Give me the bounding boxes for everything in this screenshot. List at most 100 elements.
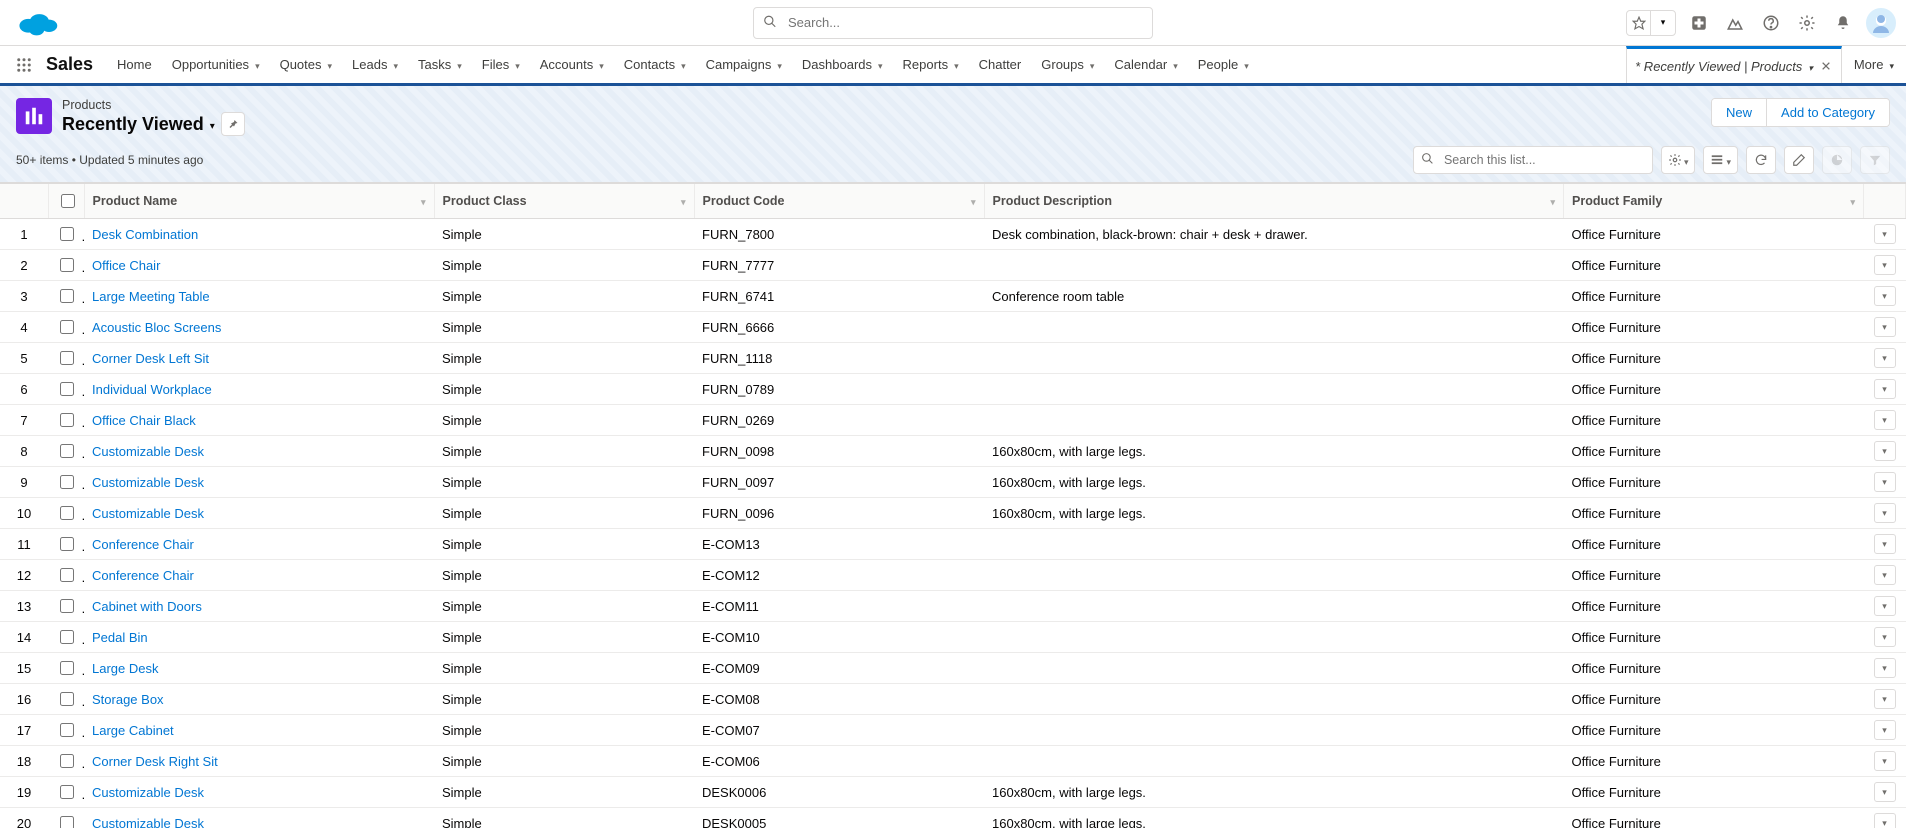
product-link[interactable]: Customizable Desk xyxy=(92,816,204,829)
chevron-down-icon[interactable] xyxy=(1173,57,1178,72)
add-to-category-button[interactable]: Add to Category xyxy=(1766,99,1889,126)
product-link[interactable]: Large Meeting Table xyxy=(92,289,210,304)
inline-edit-button[interactable] xyxy=(1784,146,1814,174)
nav-tab-accounts[interactable]: Accounts xyxy=(530,46,614,83)
row-action-menu[interactable] xyxy=(1874,534,1896,554)
row-action-menu[interactable] xyxy=(1874,565,1896,585)
row-action-menu[interactable] xyxy=(1874,782,1896,802)
row-select-checkbox[interactable] xyxy=(60,413,74,427)
global-actions-icon[interactable] xyxy=(1686,10,1712,36)
row-select-checkbox[interactable] xyxy=(60,227,74,241)
row-action-menu[interactable] xyxy=(1874,503,1896,523)
row-select-checkbox[interactable] xyxy=(60,506,74,520)
star-icon[interactable] xyxy=(1627,11,1651,35)
row-action-menu[interactable] xyxy=(1874,224,1896,244)
nav-tab-quotes[interactable]: Quotes xyxy=(270,46,342,83)
product-link[interactable]: Office Chair Black xyxy=(92,413,196,428)
row-select-checkbox[interactable] xyxy=(60,692,74,706)
product-link[interactable]: Customizable Desk xyxy=(92,785,204,800)
row-action-menu[interactable] xyxy=(1874,286,1896,306)
chevron-down-icon[interactable] xyxy=(599,57,604,72)
row-action-menu[interactable] xyxy=(1874,813,1896,828)
product-link[interactable]: Storage Box xyxy=(92,692,164,707)
row-select-checkbox[interactable] xyxy=(60,816,74,828)
product-link[interactable]: Corner Desk Right Sit xyxy=(92,754,218,769)
column-select-all[interactable] xyxy=(48,184,84,219)
chevron-down-icon[interactable] xyxy=(878,57,883,72)
row-select-checkbox[interactable] xyxy=(60,599,74,613)
product-link[interactable]: Conference Chair xyxy=(92,537,194,552)
chevron-down-icon[interactable] xyxy=(1090,57,1095,72)
user-avatar[interactable] xyxy=(1866,8,1896,38)
new-button[interactable]: New xyxy=(1712,99,1766,126)
nav-more[interactable]: More xyxy=(1842,46,1906,83)
list-view-name[interactable]: Recently Viewed xyxy=(62,114,204,135)
product-link[interactable]: Large Desk xyxy=(92,661,158,676)
nav-tab-campaigns[interactable]: Campaigns xyxy=(696,46,792,83)
row-select-checkbox[interactable] xyxy=(60,289,74,303)
nav-tab-tasks[interactable]: Tasks xyxy=(408,46,472,83)
product-link[interactable]: Pedal Bin xyxy=(92,630,148,645)
nav-tab-chatter[interactable]: Chatter xyxy=(969,46,1032,83)
row-select-checkbox[interactable] xyxy=(60,351,74,365)
chevron-down-icon[interactable] xyxy=(457,57,462,72)
refresh-button[interactable] xyxy=(1746,146,1776,174)
product-link[interactable]: Desk Combination xyxy=(92,227,198,242)
product-link[interactable]: Office Chair xyxy=(92,258,160,273)
help-icon[interactable] xyxy=(1758,10,1784,36)
column-product-description[interactable]: Product Description xyxy=(984,184,1564,219)
product-link[interactable]: Cabinet with Doors xyxy=(92,599,202,614)
row-action-menu[interactable] xyxy=(1874,689,1896,709)
row-select-checkbox[interactable] xyxy=(60,661,74,675)
product-link[interactable]: Conference Chair xyxy=(92,568,194,583)
notifications-bell-icon[interactable] xyxy=(1830,10,1856,36)
row-action-menu[interactable] xyxy=(1874,410,1896,430)
list-view-controls-button[interactable] xyxy=(1661,146,1696,174)
chevron-down-icon[interactable] xyxy=(1550,194,1555,208)
row-select-checkbox[interactable] xyxy=(60,382,74,396)
product-link[interactable]: Corner Desk Left Sit xyxy=(92,351,209,366)
nav-tab-files[interactable]: Files xyxy=(472,46,530,83)
row-select-checkbox[interactable] xyxy=(60,630,74,644)
row-action-menu[interactable] xyxy=(1874,751,1896,771)
product-link[interactable]: Customizable Desk xyxy=(92,444,204,459)
nav-tab-home[interactable]: Home xyxy=(107,46,162,83)
nav-tab-contacts[interactable]: Contacts xyxy=(614,46,696,83)
row-select-checkbox[interactable] xyxy=(60,568,74,582)
display-as-button[interactable] xyxy=(1703,146,1738,174)
column-product-code[interactable]: Product Code xyxy=(694,184,984,219)
row-action-menu[interactable] xyxy=(1874,348,1896,368)
chevron-down-icon[interactable] xyxy=(515,57,520,72)
chevron-down-icon[interactable] xyxy=(681,57,686,72)
nav-tab-reports[interactable]: Reports xyxy=(893,46,969,83)
row-select-checkbox[interactable] xyxy=(60,444,74,458)
list-view-picker-icon[interactable] xyxy=(210,116,215,132)
select-all-checkbox[interactable] xyxy=(61,194,75,208)
chevron-down-icon[interactable] xyxy=(681,194,686,208)
row-action-menu[interactable] xyxy=(1874,441,1896,461)
list-search-input[interactable] xyxy=(1413,146,1653,174)
chevron-down-icon[interactable] xyxy=(954,57,959,72)
row-select-checkbox[interactable] xyxy=(60,754,74,768)
row-action-menu[interactable] xyxy=(1874,255,1896,275)
chevron-down-icon[interactable] xyxy=(1850,194,1855,208)
column-product-class[interactable]: Product Class xyxy=(434,184,694,219)
chevron-down-icon[interactable] xyxy=(328,57,333,72)
product-link[interactable]: Large Cabinet xyxy=(92,723,174,738)
product-link[interactable]: Customizable Desk xyxy=(92,506,204,521)
product-link[interactable]: Customizable Desk xyxy=(92,475,204,490)
row-action-menu[interactable] xyxy=(1874,627,1896,647)
chevron-down-icon[interactable] xyxy=(255,57,260,72)
row-select-checkbox[interactable] xyxy=(60,320,74,334)
row-select-checkbox[interactable] xyxy=(60,258,74,272)
nav-tab-people[interactable]: People xyxy=(1188,46,1259,83)
app-launcher-icon[interactable] xyxy=(6,46,42,83)
close-icon[interactable] xyxy=(1819,57,1833,76)
nav-tab-leads[interactable]: Leads xyxy=(342,46,408,83)
global-search-input[interactable] xyxy=(753,7,1153,39)
row-select-checkbox[interactable] xyxy=(60,537,74,551)
chevron-down-icon[interactable] xyxy=(1244,57,1249,72)
chevron-down-icon[interactable] xyxy=(971,194,976,208)
chevron-down-icon[interactable] xyxy=(421,194,426,208)
product-link[interactable]: Acoustic Bloc Screens xyxy=(92,320,221,335)
